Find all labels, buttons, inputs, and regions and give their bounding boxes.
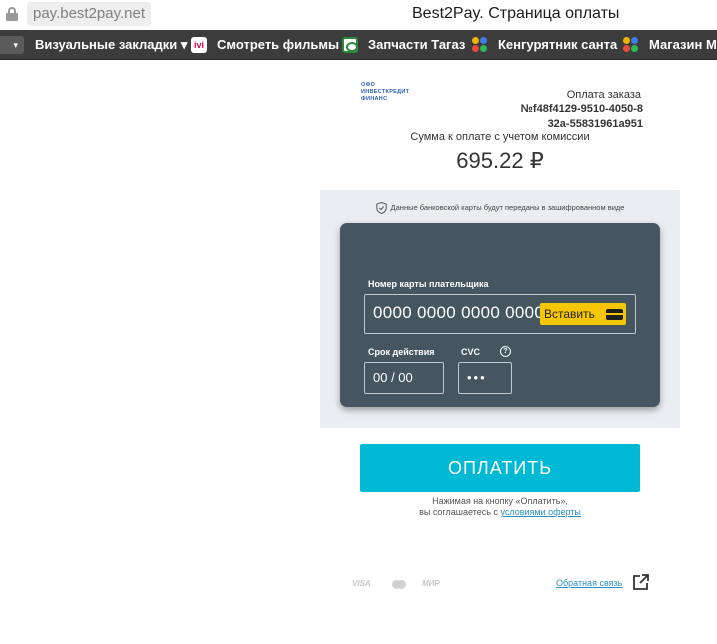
merchant-logo: ОФО ИНВЕСТКРЕДИТ ФИНАНС	[361, 82, 410, 102]
visa-logo: VISA	[352, 579, 371, 588]
card-number-placeholder: 0000 0000 0000 0000	[373, 303, 545, 322]
amount-caption: Сумма к оплате с учетом комиссии	[410, 131, 590, 143]
cvc-label: CVC	[461, 347, 481, 357]
card-number-label: Номер карты плательщика	[368, 279, 489, 289]
ivi-icon: ivi	[191, 37, 207, 53]
paste-button[interactable]: Вставить	[540, 303, 626, 325]
expiry-label: Срок действия	[368, 347, 435, 357]
agreement-prefix: вы соглашаетесь с	[419, 507, 501, 517]
dots-icon	[472, 37, 488, 53]
tagaz-icon	[342, 37, 358, 53]
help-icon[interactable]: ?	[500, 346, 511, 357]
paste-button-label: Вставить	[544, 307, 595, 321]
bookmark-shop[interactable]: Магазин Ма	[649, 30, 717, 59]
expiry-input[interactable]: 00 / 00	[364, 362, 444, 394]
agreement-line: Нажимая на кнопку «Оплатить»,	[432, 496, 568, 506]
bookmark-visual-bookmarks[interactable]: Визуальные закладки ▾	[35, 30, 187, 59]
browser-url-bar: pay.best2pay.net Best2Pay. Страница опла…	[0, 0, 717, 30]
dots-icon	[623, 37, 639, 53]
security-note-text: Данные банковской карты будут переданы в…	[390, 203, 625, 212]
security-note: Данные банковской карты будут переданы в…	[320, 201, 680, 215]
bookmarks-bar: ▾ Визуальные закладки ▾ ivi Смотреть фил…	[0, 30, 717, 60]
card-number-input[interactable]: 0000 0000 0000 0000 Вставить	[364, 294, 636, 334]
bookmark-watch-movies[interactable]: Смотреть фильмы	[217, 30, 339, 59]
external-link-icon[interactable]	[632, 573, 650, 591]
address-field[interactable]: pay.best2pay.net	[27, 2, 152, 26]
order-number: №f48f4129-9510-4050-832a-55831961a951	[520, 103, 643, 130]
bookmark-tagaz-parts[interactable]: Запчасти Тагаз	[368, 30, 465, 59]
bookmark-kenguryatnik[interactable]: Кенгурятник санта	[498, 30, 617, 59]
feedback-link[interactable]: Обратная связь	[556, 578, 622, 588]
card-form-area: Данные банковской карты будут переданы в…	[320, 190, 680, 428]
bookmarks-overflow-button[interactable]: ▾	[0, 36, 24, 54]
mastercard-icon	[392, 580, 406, 589]
card-icon	[606, 309, 623, 320]
amount-value: 695.22 ₽	[456, 148, 544, 173]
page-title: Best2Pay. Страница оплаты	[412, 5, 620, 22]
card-panel: Номер карты плательщика 0000 0000 0000 0…	[340, 223, 660, 407]
shield-icon	[375, 202, 387, 215]
pay-button[interactable]: ОПЛАТИТЬ	[360, 444, 640, 492]
order-title: Оплата заказа	[566, 89, 641, 101]
offer-terms-link[interactable]: условиями оферты	[500, 507, 580, 517]
lock-icon	[6, 7, 18, 21]
mir-logo: МИР	[422, 579, 440, 588]
cvc-input[interactable]: •••	[458, 362, 512, 394]
agreement-text: Нажимая на кнопку «Оплатить», вы соглаша…	[360, 496, 640, 518]
